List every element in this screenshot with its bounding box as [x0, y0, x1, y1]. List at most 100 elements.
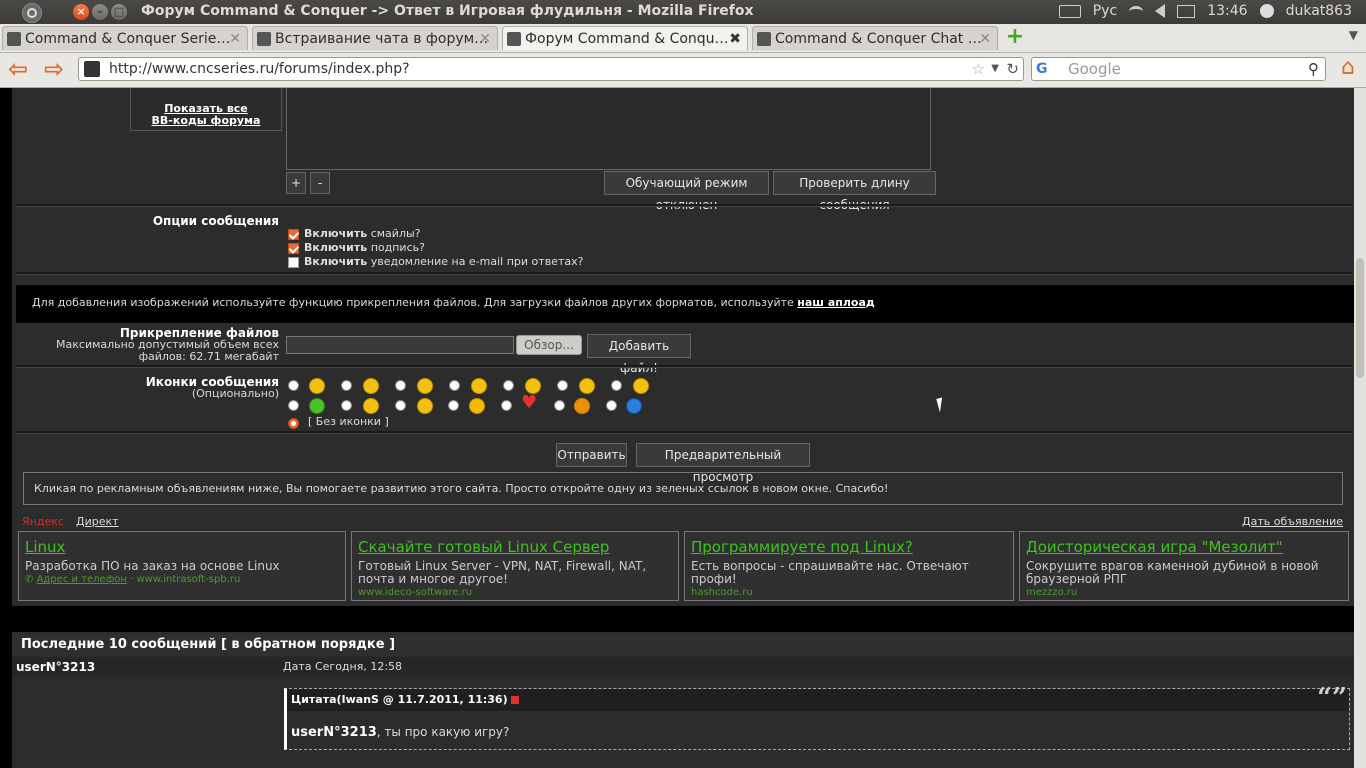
ad-url[interactable]: hashcode.ru	[691, 587, 1007, 598]
post-icon-radio[interactable]	[341, 400, 352, 411]
site-favicon-icon	[7, 32, 21, 46]
show-bbcodes-link[interactable]: Показать все BB-коды форума	[131, 103, 281, 127]
post-date: Дата Сегодня, 12:58	[283, 660, 403, 673]
post-icon-radio[interactable]	[501, 400, 512, 411]
option-bold: Включить	[304, 241, 368, 254]
tab-cnc-series[interactable]: Command & Conquer Serie… ✕	[2, 26, 248, 50]
tab-close-icon[interactable]: ✕	[479, 27, 491, 50]
google-engine-icon[interactable]: G	[1036, 61, 1052, 77]
keyboard-icon[interactable]	[1058, 4, 1081, 18]
option-signature[interactable]: Включить подпись?	[288, 241, 583, 255]
option-smilies[interactable]: Включить смайлы?	[288, 227, 583, 241]
new-tab-icon[interactable]: +	[1004, 26, 1026, 49]
site-identity-icon[interactable]	[84, 61, 100, 77]
tab-forum-active[interactable]: Форум Command & Conqu… ✖	[502, 26, 748, 50]
ad-url[interactable]: mezzzo.ru	[1026, 587, 1342, 598]
bbcode-link-line2: BB-коды форума	[151, 114, 261, 127]
post-icon-radio[interactable]	[288, 380, 299, 391]
file-path-input[interactable]	[286, 336, 514, 354]
quote-jump-icon[interactable]	[511, 696, 520, 704]
search-icon[interactable]: ⚲	[1308, 58, 1319, 80]
tab-list-chevron-icon[interactable]: ▼	[1349, 28, 1358, 42]
email-notify-checkbox[interactable]	[288, 256, 299, 268]
post-icon-radio[interactable]	[395, 400, 406, 411]
post-icon-radio[interactable]	[449, 380, 460, 391]
volume-icon[interactable]	[1155, 4, 1166, 18]
ad-item: Скачайте готовый Linux Сервер Готовый Li…	[351, 531, 679, 601]
window-minimize-button[interactable]: –	[92, 4, 108, 20]
learning-mode-button[interactable]: Обучающий режим отключен	[604, 171, 769, 212]
divider	[16, 272, 1352, 275]
ad-url[interactable]: www.ideco-software.ru	[358, 587, 672, 598]
browse-button[interactable]: Обзор...	[516, 335, 582, 355]
message-textarea[interactable]	[286, 88, 931, 170]
post-icon-radio[interactable]	[448, 400, 459, 411]
option-text: смайлы?	[370, 227, 421, 240]
url-history-chevron-icon[interactable]: ▼	[991, 58, 999, 80]
ubuntu-logo-icon[interactable]	[22, 3, 42, 23]
quote-block: Цитата(IwanS @ 11.7.2011, 11:36) “” user…	[284, 685, 1350, 750]
yandex-logo[interactable]: Яндекс	[22, 515, 64, 528]
user-name[interactable]: dukat863	[1286, 3, 1352, 19]
post-icon-radio[interactable]	[395, 380, 406, 391]
post-icon-radio[interactable]	[611, 380, 622, 391]
signature-checkbox[interactable]	[288, 242, 299, 254]
tab-cnc-chat[interactable]: Command & Conquer Chat … ✕	[752, 26, 998, 50]
mail-icon[interactable]	[1177, 4, 1196, 18]
ad-text: Сокрушите врагов каменной дубиной в ново…	[1026, 559, 1319, 586]
home-icon[interactable]: ⌂	[1336, 57, 1360, 81]
preview-button[interactable]: Предварительный просмотр	[636, 443, 810, 484]
page-viewport: Показать все BB-коды форума + - Обучающи…	[0, 88, 1354, 768]
scrollbar-thumb[interactable]	[1356, 258, 1364, 378]
keyboard-layout[interactable]: Рус	[1093, 3, 1117, 19]
upload-link[interactable]: наш аплоад	[797, 296, 874, 309]
ad-title-link[interactable]: Программируете под Linux?	[691, 538, 1007, 556]
post-icon-radio[interactable]	[503, 380, 514, 391]
window-maximize-button[interactable]: □	[111, 4, 127, 20]
tab-close-icon[interactable]: ✕	[979, 27, 991, 50]
forward-arrow-icon[interactable]: ⇨	[42, 57, 66, 81]
post-icon-radio[interactable]	[288, 400, 299, 411]
post-icon-radio[interactable]	[341, 380, 352, 391]
post-icon-radio[interactable]	[554, 400, 565, 411]
ad-contacts-link[interactable]: Адрес и телефон	[37, 574, 127, 585]
bookmark-star-icon[interactable]: ☆	[972, 58, 985, 80]
submit-button[interactable]: Отправить	[556, 443, 627, 467]
arrow-right-icon	[469, 398, 485, 414]
session-icon[interactable]	[1259, 4, 1274, 18]
ad-title-link[interactable]: Доисторическая игра "Мезолит"	[1026, 538, 1342, 556]
post-icon-radio[interactable]	[606, 400, 617, 411]
quote-body: userN°3213, ты про какую игру?	[287, 711, 1349, 740]
ad-title-link[interactable]: Скачайте готовый Linux Сервер	[358, 538, 672, 556]
url-input[interactable]: http://www.cncseries.ru/forums/index.php…	[78, 57, 1024, 81]
tab-chat-embed[interactable]: Встраивание чата в форум… ✕	[252, 26, 498, 50]
ad-url[interactable]: www.intrasoft-spb.ru	[136, 574, 240, 585]
wifi-icon[interactable]	[1129, 5, 1144, 17]
back-arrow-icon[interactable]: ⇦	[6, 57, 30, 81]
place-ad-link[interactable]: Дать объявление	[1242, 515, 1343, 528]
sleepy-smile-icon	[417, 378, 433, 394]
site-favicon-icon	[507, 32, 521, 46]
clock[interactable]: 13:46	[1207, 3, 1247, 19]
yandex-text: Яндекс	[22, 515, 64, 528]
shrink-textarea-button[interactable]: -	[310, 172, 330, 194]
tab-close-icon[interactable]: ✖	[729, 27, 741, 50]
direct-link[interactable]: Директ	[76, 515, 119, 528]
post-icon-radio[interactable]	[557, 380, 568, 391]
expand-textarea-button[interactable]: +	[286, 172, 306, 194]
option-email-notify[interactable]: Включить уведомление на e-mail при ответ…	[288, 255, 583, 269]
window-close-button[interactable]: ×	[73, 4, 89, 20]
post-author[interactable]: userN°3213	[16, 660, 95, 674]
window-title: Форум Command & Conquer -> Ответ в Игров…	[141, 3, 754, 19]
no-icon-radio[interactable]	[288, 418, 299, 429]
ad-title-link[interactable]: Linux	[25, 538, 339, 556]
smilies-checkbox[interactable]	[288, 228, 299, 240]
page-scrollbar[interactable]	[1354, 88, 1366, 768]
tab-close-icon[interactable]: ✕	[229, 27, 241, 50]
check-length-button[interactable]: Проверить длину сообщения	[773, 171, 936, 212]
search-input[interactable]: G Google ⚲	[1031, 57, 1326, 81]
reload-icon[interactable]: ↻	[1006, 58, 1019, 80]
add-file-button[interactable]: Добавить файл!	[587, 334, 691, 375]
option-text: уведомление на e-mail при ответах?	[370, 255, 584, 268]
no-icon-label: [ Без иконки ]	[308, 415, 389, 428]
